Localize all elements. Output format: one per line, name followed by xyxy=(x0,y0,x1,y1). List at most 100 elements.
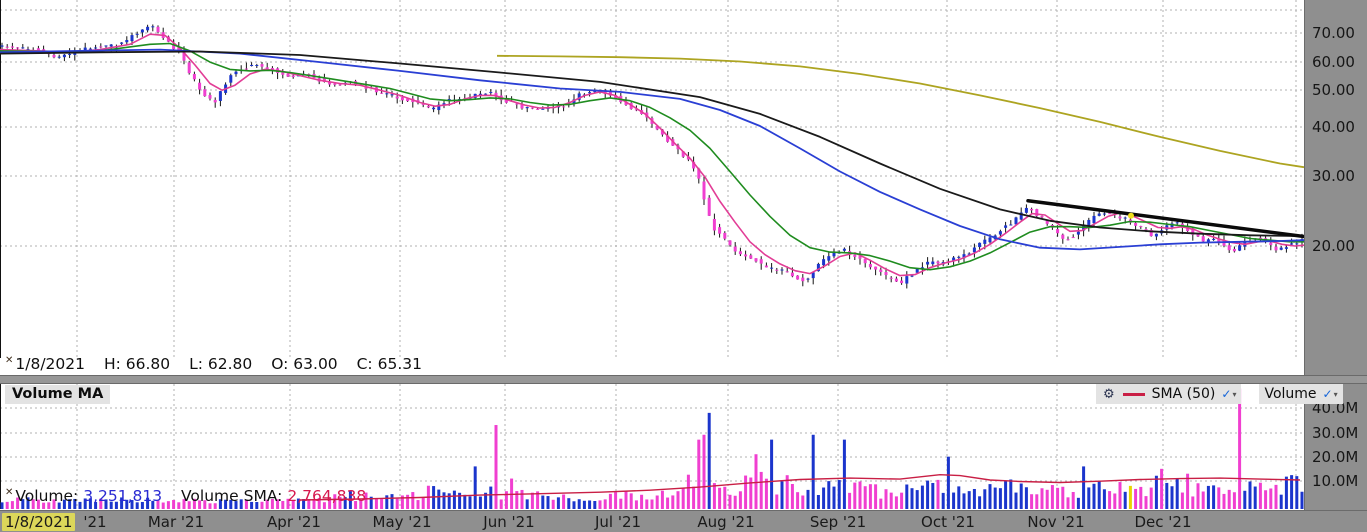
candle-body xyxy=(188,62,191,73)
candle-body xyxy=(380,93,383,94)
volume-bar xyxy=(729,495,732,509)
candle-body xyxy=(94,48,97,49)
candle-body xyxy=(1119,217,1122,219)
volume-bar xyxy=(900,493,903,509)
volume-bar xyxy=(1160,469,1163,509)
volume-bar xyxy=(666,498,669,509)
volume-panel-title: Volume MA xyxy=(5,385,110,404)
volume-bar xyxy=(1145,496,1148,509)
volume-bar xyxy=(983,489,986,509)
volume-bar xyxy=(406,495,409,509)
volume-bar xyxy=(1009,480,1012,509)
volume-bar xyxy=(1197,483,1200,509)
volume-bar xyxy=(1108,491,1111,509)
volume-bar xyxy=(827,481,830,509)
volume-bar xyxy=(453,491,456,509)
date-tick-label: Nov '21 xyxy=(1027,513,1084,531)
candle-body xyxy=(1134,223,1137,226)
volume-bar xyxy=(739,491,742,509)
candle-body xyxy=(484,94,487,95)
volume-bar xyxy=(796,492,799,509)
candle-body xyxy=(261,64,264,67)
volume-bar xyxy=(1004,481,1007,509)
candle-body xyxy=(401,97,404,100)
candle-body xyxy=(905,276,908,283)
gear-icon[interactable]: ⚙ xyxy=(1103,387,1115,402)
volume-sma-label: Volume SMA: xyxy=(181,487,282,505)
volume-bar xyxy=(495,425,498,509)
volume-bar xyxy=(853,483,856,509)
candle-body xyxy=(978,243,981,247)
candle-body xyxy=(1212,239,1215,240)
close-icon[interactable]: ✕ xyxy=(5,355,13,366)
close-value: 65.31 xyxy=(378,355,422,373)
volume-bar xyxy=(1124,492,1127,509)
sma-line-sma200[interactable] xyxy=(497,56,1304,167)
date-tick-label: Aug '21 xyxy=(697,513,754,531)
volume-bar xyxy=(1067,497,1070,509)
candle-body xyxy=(1067,239,1070,240)
sma-checkbox-dropdown[interactable]: ✓▾ xyxy=(1221,387,1236,401)
candle-body xyxy=(1145,229,1148,230)
candle-body xyxy=(973,248,976,253)
candle-body xyxy=(937,262,940,264)
volume-bar xyxy=(489,487,492,509)
chart-canvas[interactable] xyxy=(0,0,1367,532)
candle-body xyxy=(588,92,591,93)
candle-body xyxy=(489,92,492,93)
volume-bar xyxy=(833,487,836,509)
price-tick-label: 30.00 xyxy=(1312,167,1355,185)
volume-bar xyxy=(905,485,908,509)
candle-body xyxy=(11,46,14,47)
candle-body xyxy=(1280,248,1283,250)
sma-line-sma50[interactable] xyxy=(0,50,1304,250)
price-panel[interactable] xyxy=(0,0,1304,358)
volume-bar xyxy=(1030,494,1033,509)
date-tick-label: Mar '21 xyxy=(148,513,204,531)
check-icon: ✓ xyxy=(1221,387,1231,401)
volume-bar xyxy=(859,482,862,509)
candle-body xyxy=(1077,232,1080,235)
price-tick-label: 50.00 xyxy=(1312,81,1355,99)
candle-body xyxy=(770,268,773,269)
volume-bar xyxy=(911,488,914,509)
volume-bar xyxy=(1119,482,1122,509)
volume-checkbox-dropdown[interactable]: ✓▾ xyxy=(1323,387,1338,401)
volume-bar xyxy=(396,499,399,509)
candle-body xyxy=(807,279,810,280)
candle-body xyxy=(229,75,232,82)
close-icon[interactable]: ✕ xyxy=(5,487,13,498)
volume-bar xyxy=(1155,476,1158,509)
volume-bar xyxy=(593,501,596,509)
candle-body xyxy=(1025,208,1028,213)
volume-bar xyxy=(578,499,581,509)
volume-bar xyxy=(1093,484,1096,509)
volume-bar xyxy=(791,484,794,509)
volume-bar xyxy=(619,499,622,509)
volume-bar xyxy=(1150,488,1153,509)
candle-body xyxy=(120,43,123,44)
candle-body xyxy=(718,227,721,233)
volume-bar xyxy=(895,496,898,509)
date-tick-label: Oct '21 xyxy=(921,513,975,531)
volume-bar xyxy=(380,499,383,509)
candle-body xyxy=(1103,214,1106,215)
panel-splitter-handle[interactable] xyxy=(0,375,1367,384)
volume-bar xyxy=(718,488,721,509)
ohlc-info-row: ✕1/8/2021 H: 66.80 L: 62.80 O: 63.00 C: … xyxy=(5,355,422,373)
volume-bar xyxy=(521,490,524,509)
candle-body xyxy=(1233,249,1236,251)
selected-point-marker[interactable] xyxy=(1128,213,1134,219)
candle-body xyxy=(58,57,61,58)
candle-body xyxy=(1009,225,1012,226)
volume-bar xyxy=(687,475,690,509)
sma-line-sma10[interactable] xyxy=(0,34,1304,275)
volume-bar xyxy=(703,435,706,509)
price-tick-label: 40.00 xyxy=(1312,118,1355,136)
volume-bar xyxy=(1181,493,1184,509)
price-tick-label: 60.00 xyxy=(1312,53,1355,71)
volume-bar xyxy=(760,472,763,509)
candle-body xyxy=(708,198,711,216)
volume-bar xyxy=(1077,498,1080,509)
candle-body xyxy=(432,108,435,110)
